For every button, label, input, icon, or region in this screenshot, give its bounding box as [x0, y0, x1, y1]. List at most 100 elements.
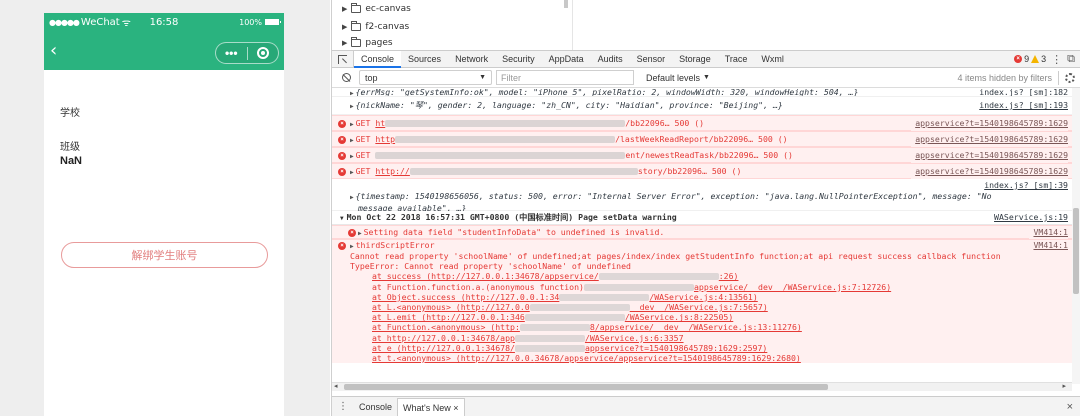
trace-link[interactable]: :26): [719, 271, 739, 281]
scroll-right-icon[interactable]: ▸: [1062, 382, 1066, 390]
error-warning-counter[interactable]: × 9 3: [1014, 54, 1046, 64]
tab-appdata[interactable]: AppData: [542, 51, 591, 68]
tree-item-f2-canvas[interactable]: ▶ f2-canvas: [332, 18, 572, 36]
dock-side-icon[interactable]: ⧉: [1067, 53, 1075, 66]
drawer-tab-whats-new[interactable]: What's New ×: [397, 397, 465, 416]
error-row[interactable]: × ▶ GET http:// story/bb22096… 500 () apps…: [332, 163, 1072, 179]
close-drawer-icon[interactable]: ×: [1067, 401, 1073, 413]
inspect-button[interactable]: [332, 51, 354, 67]
divider: [1058, 70, 1059, 85]
tab-storage[interactable]: Storage: [672, 51, 718, 68]
close-miniprogram-icon[interactable]: [248, 47, 279, 59]
console-vertical-scrollbar[interactable]: [1072, 88, 1080, 384]
tree-item-label: pages: [365, 38, 393, 48]
editor-area: [572, 0, 1080, 50]
more-options-icon[interactable]: ⋮: [1051, 53, 1062, 66]
trace-link[interactable]: at L.<anonymous> (http://127.0.0: [372, 302, 530, 312]
tab-sensor[interactable]: Sensor: [630, 51, 673, 68]
trace-link[interactable]: __dev__/WAService.js:7:5657): [630, 302, 768, 312]
expand-arrow-icon[interactable]: ▶: [350, 243, 354, 250]
tree-item-ec-canvas[interactable]: ▶ ec-canvas: [332, 0, 572, 18]
warning-icon: [1031, 55, 1040, 63]
trace-link[interactable]: at Function.<anonymous> (http:: [372, 322, 520, 332]
trace-link[interactable]: at t.<anonymous> (http://127.0.0.: [372, 353, 535, 363]
back-icon[interactable]: ‹: [50, 41, 66, 61]
error-row[interactable]: × ▶ thirdScriptError VM414:1: [332, 239, 1072, 251]
trace-link[interactable]: at success (http://127.0.0.1:34678/appse…: [372, 271, 599, 281]
clear-console-icon[interactable]: [342, 73, 351, 82]
tab-wxml[interactable]: Wxml: [754, 51, 791, 68]
console-line[interactable]: ▶ {errMsg: "getSystemInfo:ok", model: "iP…: [332, 88, 1072, 97]
expand-arrow-icon[interactable]: ▶: [342, 39, 347, 47]
tab-console[interactable]: Console: [354, 50, 402, 68]
close-tab-icon[interactable]: ×: [453, 403, 458, 413]
request-url[interactable]: ht: [375, 118, 385, 128]
trace-link[interactable]: at L.emit (http://127.0.0.1:346: [372, 312, 525, 322]
expand-arrow-icon[interactable]: ▶: [350, 194, 354, 201]
expand-arrow-icon[interactable]: ▶: [358, 230, 362, 237]
console-line[interactable]: index.js? [sm]:39 ▶ {timestamp: 154019865…: [332, 179, 1072, 213]
more-menu-icon[interactable]: •••: [216, 46, 247, 60]
tab-network[interactable]: Network: [448, 51, 495, 68]
filter-input[interactable]: Filter: [496, 70, 634, 85]
scroll-left-icon[interactable]: ◂: [334, 382, 338, 390]
trace-link[interactable]: 34678/appservice/appservice?t=1540198645…: [535, 353, 801, 363]
error-text: Setting data field "studentInfoData" to …: [363, 227, 665, 237]
log-levels-select[interactable]: Default levels ▼: [646, 73, 710, 83]
trace-link[interactable]: /WAService.js:6:3357: [585, 333, 684, 343]
collapse-arrow-icon[interactable]: ▼: [340, 215, 344, 222]
drawer-tab-console[interactable]: Console: [354, 398, 397, 416]
expand-arrow-icon[interactable]: ▶: [350, 121, 354, 128]
source-link[interactable]: appservice?t=1540198645789:1629: [911, 148, 1068, 163]
expand-arrow-icon[interactable]: ▶: [350, 90, 354, 96]
trace-line: at Function.<anonymous> (http: 8/appservi…: [350, 322, 1072, 332]
tree-item-pages[interactable]: ▶ pages: [332, 36, 572, 50]
context-value: top: [365, 72, 378, 83]
trace-link[interactable]: 8/appservice/__dev__/WAService.js:13:112…: [590, 322, 802, 332]
expand-arrow-icon[interactable]: ▶: [350, 137, 354, 144]
source-link[interactable]: VM414:1: [1029, 226, 1068, 239]
scrollbar-thumb[interactable]: [344, 384, 828, 390]
source-link[interactable]: index.js? [sm]:182: [975, 88, 1068, 96]
tab-audits[interactable]: Audits: [591, 51, 630, 68]
request-url[interactable]: http: [375, 134, 395, 144]
redacted-url: [529, 304, 630, 312]
tab-trace[interactable]: Trace: [718, 51, 755, 68]
context-select[interactable]: top ▼: [359, 70, 492, 85]
tab-sources[interactable]: Sources: [401, 51, 448, 68]
simulator-area: ●●●●● WeChat ᯤ 16:58 100% ‹ ••• 学校 班级 Na…: [0, 0, 330, 416]
drawer-menu-icon[interactable]: ⋮: [332, 401, 354, 412]
trace-link[interactable]: appservice/__dev__/WAService.js:7:12726): [694, 282, 891, 292]
unbind-student-button[interactable]: 解绑学生账号: [61, 242, 268, 268]
source-link[interactable]: appservice?t=1540198645789:1629: [911, 116, 1068, 131]
trace-link[interactable]: at Object.success (http://127.0.0.1:34: [372, 292, 559, 302]
expand-arrow-icon[interactable]: ▶: [350, 169, 354, 176]
error-row[interactable]: × ▶ Setting data field "studentInfoData" …: [332, 225, 1072, 239]
request-url[interactable]: http://: [375, 166, 410, 176]
console-line[interactable]: ▶ {nickName: "琴", gender: 2, language: "z…: [332, 97, 1072, 115]
warning-group-header[interactable]: ▼ Mon Oct 22 2018 16:57:31 GMT+0800 (中国标准…: [332, 211, 1072, 225]
source-link[interactable]: WAService.js:19: [990, 211, 1068, 224]
error-row[interactable]: × ▶ GET ent/newestReadTask/bb22096… 500 (…: [332, 147, 1072, 163]
console-horizontal-scrollbar[interactable]: ◂ ▸: [332, 382, 1072, 391]
trace-link[interactable]: at e (http://127.0.0.1:34678/: [372, 343, 515, 353]
tab-security[interactable]: Security: [495, 51, 542, 68]
source-link[interactable]: VM414:1: [1029, 240, 1068, 251]
trace-link[interactable]: appservice?t=1540198645789:1629:2597): [585, 343, 767, 353]
error-row[interactable]: × ▶ GET http/lastWeekReadReport/bb22096… …: [332, 131, 1072, 147]
error-row[interactable]: × ▶ GET ht/bb22096… 500 () appservice?t=1…: [332, 115, 1072, 131]
expand-arrow-icon[interactable]: ▶: [350, 103, 354, 110]
expand-arrow-icon[interactable]: ▶: [350, 153, 354, 160]
source-link[interactable]: index.js? [sm]:193: [975, 97, 1068, 114]
expand-arrow-icon[interactable]: ▶: [342, 23, 347, 31]
expand-arrow-icon[interactable]: ▶: [342, 5, 347, 13]
trace-link[interactable]: at http://127.0.0.1:34678/app: [372, 333, 515, 343]
trace-link[interactable]: /WAService.js:8:22505): [625, 312, 733, 322]
source-link[interactable]: appservice?t=1540198645789:1629: [911, 164, 1068, 179]
source-link[interactable]: index.js? [sm]:39: [980, 180, 1068, 190]
tree-scrollbar[interactable]: [564, 0, 568, 8]
gear-icon[interactable]: [1065, 72, 1075, 83]
scrollbar-thumb[interactable]: [1073, 208, 1079, 294]
trace-link[interactable]: /WAService.js:4:13561): [649, 292, 757, 302]
source-link[interactable]: appservice?t=1540198645789:1629: [911, 132, 1068, 147]
